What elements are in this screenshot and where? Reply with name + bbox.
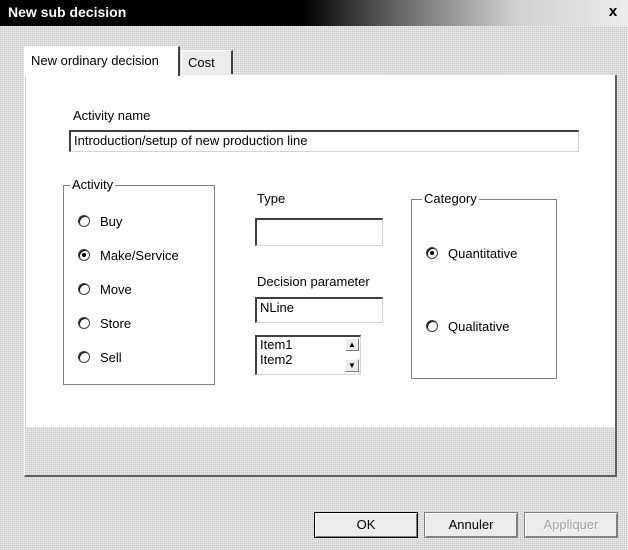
type-input[interactable]	[255, 218, 383, 246]
tab-panel: Activity name Introduction/setup of new …	[24, 75, 617, 477]
radio-store[interactable]: Store	[78, 316, 131, 331]
category-group-title: Category	[422, 191, 479, 206]
dialog-body: New ordinary decision Cost Activity name…	[0, 26, 628, 550]
decision-parameter-label: Decision parameter	[257, 274, 370, 289]
radio-qualitative-indicator	[426, 320, 438, 332]
radio-qualitative-label: Qualitative	[448, 319, 510, 334]
radio-quantitative-label: Quantitative	[448, 246, 518, 261]
scroll-down-arrow-icon[interactable]: ▼	[345, 359, 359, 372]
window-title: New sub decision	[8, 4, 127, 20]
radio-sell[interactable]: Sell	[78, 350, 122, 365]
radio-buy[interactable]: Buy	[78, 214, 122, 229]
tab-new-ordinary-decision[interactable]: New ordinary decision	[24, 46, 180, 76]
ok-button[interactable]: OK	[314, 512, 418, 538]
decision-parameter-list[interactable]: Item1 Item2 ▲ ▼	[255, 335, 361, 375]
panel-lower-area	[25, 427, 615, 475]
activity-name-label: Activity name	[73, 108, 151, 123]
radio-buy-indicator	[78, 215, 90, 227]
close-button[interactable]: x	[604, 3, 622, 21]
radio-make-service-indicator	[78, 249, 90, 261]
radio-move-label: Move	[100, 282, 132, 297]
radio-move[interactable]: Move	[78, 282, 132, 297]
apply-button[interactable]: Appliquer	[524, 512, 618, 538]
radio-store-indicator	[78, 317, 90, 329]
decision-parameter-input[interactable]: NLine	[255, 297, 383, 323]
radio-sell-label: Sell	[100, 350, 122, 365]
radio-quantitative-indicator	[426, 247, 438, 259]
title-bar[interactable]: New sub decision x	[0, 0, 628, 26]
activity-name-input[interactable]: Introduction/setup of new production lin…	[69, 130, 579, 152]
tab-cost[interactable]: Cost	[181, 50, 233, 74]
type-label: Type	[257, 191, 286, 206]
radio-make-service-label: Make/Service	[100, 248, 179, 263]
scroll-up-arrow-icon[interactable]: ▲	[345, 338, 359, 351]
activity-group-title: Activity	[70, 177, 116, 192]
radio-store-label: Store	[100, 316, 132, 331]
category-group: Category Quantitative Qualitative	[411, 191, 557, 379]
activity-group: Activity Buy Make/Service Move Store Sel…	[63, 177, 215, 385]
radio-move-indicator	[78, 283, 90, 295]
radio-qualitative[interactable]: Qualitative	[426, 319, 509, 334]
cancel-button[interactable]: Annuler	[424, 512, 518, 538]
radio-buy-label: Buy	[100, 214, 123, 229]
radio-make-service[interactable]: Make/Service	[78, 248, 179, 263]
radio-sell-indicator	[78, 351, 90, 363]
radio-quantitative[interactable]: Quantitative	[426, 246, 517, 261]
